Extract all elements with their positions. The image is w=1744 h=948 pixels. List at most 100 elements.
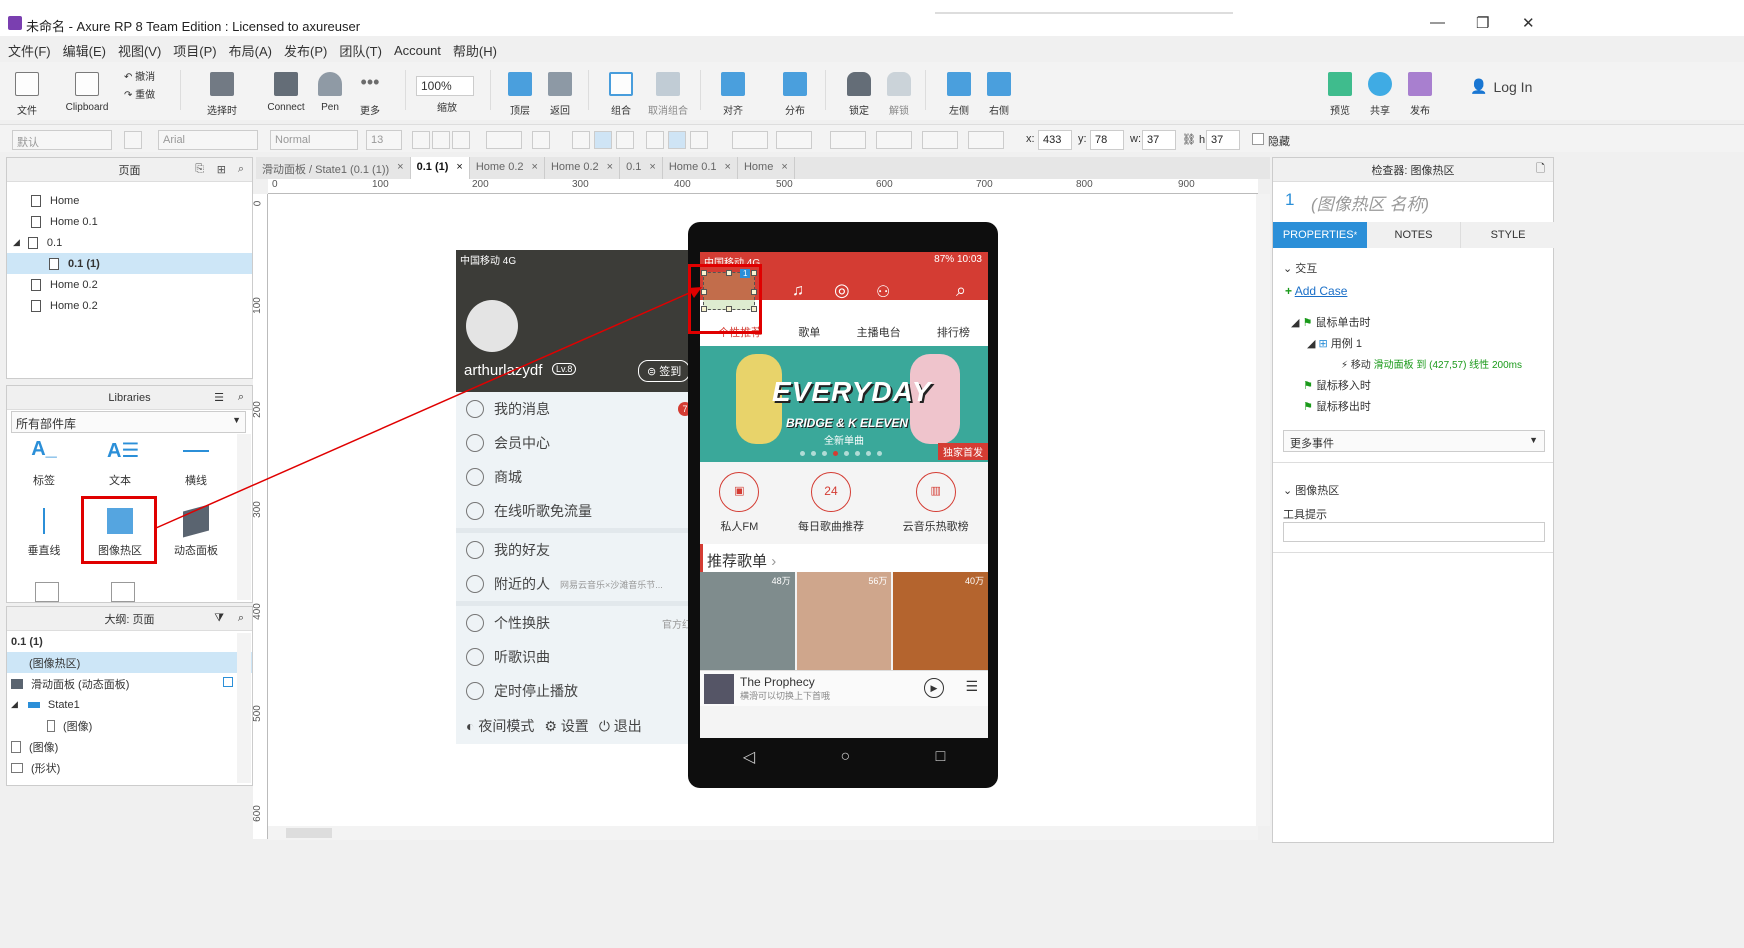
playlist-card[interactable]: 56万	[796, 572, 892, 670]
valign-middle-button[interactable]	[668, 131, 686, 149]
resize-handle[interactable]	[726, 270, 732, 276]
font-select[interactable]: Arial	[158, 130, 258, 150]
playlist-icon[interactable]: ☰	[965, 678, 978, 695]
login-button[interactable]: 👤 Log In	[1470, 78, 1532, 95]
outline-item-image-2[interactable]: (图像)	[7, 736, 252, 757]
tab-charts[interactable]: 排行榜	[937, 324, 970, 340]
menu-team[interactable]: 团队(T)	[339, 41, 382, 60]
expand-icon[interactable]: ◢	[11, 699, 18, 710]
menu-edit[interactable]: 编辑(E)	[63, 41, 106, 60]
outline-item-dynamic-panel[interactable]: 滑动面板 (动态面板)	[7, 673, 252, 694]
tab-notes[interactable]: NOTES	[1367, 222, 1461, 248]
zoom-select[interactable]: 100%	[416, 76, 474, 96]
outline-item-image-1[interactable]: (图像)	[7, 715, 252, 736]
underline-button[interactable]	[452, 131, 470, 149]
tab-home-0-1[interactable]: Home 0.1 ×	[663, 157, 738, 179]
tab-0-1-1[interactable]: 0.1 (1) ×	[410, 157, 470, 179]
text-color-button[interactable]	[486, 131, 522, 149]
canvas-vscrollbar[interactable]	[1256, 194, 1270, 826]
tooltip-input[interactable]	[1283, 522, 1545, 542]
close-icon[interactable]: ×	[532, 161, 538, 175]
event-mouseleave[interactable]: ⚑ 鼠标移出时	[1303, 398, 1371, 414]
tab-0-1[interactable]: 0.1 ×	[620, 157, 663, 179]
undo-button[interactable]: ↶ 撤消	[124, 68, 155, 83]
line-style-button[interactable]	[922, 131, 958, 149]
font-weight-select[interactable]: Normal	[270, 130, 358, 150]
image-hotspot-selected[interactable]: 1	[701, 269, 757, 312]
menu-arrange[interactable]: 布局(A)	[229, 41, 272, 60]
outline-root[interactable]: 0.1 (1)	[7, 631, 252, 652]
arrow-style-button[interactable]	[968, 131, 1004, 149]
close-icon[interactable]: ×	[649, 161, 655, 175]
minimize-button[interactable]: —	[1430, 14, 1445, 31]
widget-text[interactable]: A☰ 文本	[85, 438, 155, 488]
menu-timer[interactable]: 定时停止播放	[466, 674, 700, 708]
resize-handle[interactable]	[726, 306, 732, 312]
page-item-0-1[interactable]: ◢ 0.1	[7, 232, 252, 253]
search-icon[interactable]: ⌕	[238, 163, 244, 176]
page-item-home[interactable]: Home	[7, 190, 252, 211]
hotspot-section[interactable]: ⌄ 图像热区	[1283, 482, 1339, 498]
expand-icon[interactable]: ◢	[13, 237, 20, 248]
friends-icon[interactable]: ⚇	[876, 282, 890, 302]
widget-name-input[interactable]: (图像热区 名称)	[1311, 190, 1429, 215]
outline-item-shape[interactable]: (形状)	[7, 757, 252, 778]
menu-account[interactable]: Account	[394, 43, 441, 58]
widget-label[interactable]: A_ 标签	[9, 438, 79, 488]
close-icon[interactable]: ×	[456, 161, 462, 175]
menu-publish[interactable]: 发布(P)	[284, 41, 327, 60]
notes-icon[interactable]: 🗋	[1536, 160, 1545, 179]
menu-nearby[interactable]: 附近的人 网易云音乐×沙滩音乐节...	[466, 567, 700, 601]
exit-button[interactable]: ⏻ 退出	[599, 716, 642, 736]
night-mode-button[interactable]: ◐ 夜间模式	[466, 716, 534, 736]
resize-handle[interactable]	[751, 306, 757, 312]
align-left-text-button[interactable]	[572, 131, 590, 149]
quick-fm[interactable]: ▣ 私人FM	[719, 472, 760, 534]
valign-top-button[interactable]	[646, 131, 664, 149]
outline-item-state1[interactable]: ◢ State1	[7, 694, 252, 715]
settings-button[interactable]: ⚙ 设置	[544, 716, 588, 736]
widget-vline[interactable]: 垂直线	[9, 508, 79, 558]
ungroup-button[interactable]: 取消组合	[640, 62, 696, 117]
right-button[interactable]: 右侧	[974, 62, 1024, 117]
tab-home-0-2b[interactable]: Home 0.2 ×	[545, 157, 621, 179]
maximize-button[interactable]: ❐	[1476, 14, 1489, 32]
menu-skin[interactable]: 个性换肤 官方红	[466, 606, 700, 640]
close-icon[interactable]: ×	[781, 161, 787, 175]
tab-style[interactable]: STYLE	[1461, 222, 1555, 248]
tab-radio[interactable]: 主播电台	[857, 324, 901, 340]
align-right-text-button[interactable]	[616, 131, 634, 149]
filter-icon[interactable]: ⧩	[214, 612, 224, 625]
search-icon[interactable]: ⌕	[956, 280, 966, 301]
playlist-card[interactable]: 40万	[893, 572, 988, 670]
panel-visibility-icon[interactable]	[223, 677, 233, 687]
distribute-button[interactable]: 分布	[770, 62, 820, 117]
file-button[interactable]: 文件	[2, 62, 52, 117]
add-case-link[interactable]: + Add Case	[1285, 284, 1347, 298]
lock-ratio-icon[interactable]: ⛓ h:	[1182, 133, 1208, 146]
tab-properties[interactable]: PROPERTIES *	[1273, 222, 1367, 248]
close-icon[interactable]: ×	[397, 161, 403, 175]
quick-daily[interactable]: 24 每日歌曲推荐	[798, 472, 864, 534]
publish-button[interactable]: 发布	[1395, 62, 1445, 117]
font-size-select[interactable]: 13	[366, 130, 402, 150]
scroll-thumb[interactable]	[286, 828, 332, 838]
play-icon[interactable]: ▶	[924, 678, 944, 698]
more-button[interactable]: ••• 更多	[345, 62, 395, 117]
section-title[interactable]: 推荐歌单 ›	[700, 544, 988, 572]
music-icon[interactable]: ♫	[792, 282, 804, 300]
close-icon[interactable]: ×	[607, 161, 613, 175]
outline-item-hotspot[interactable]: (图像热区)	[7, 652, 252, 673]
group-button[interactable]: 组合	[596, 62, 646, 117]
hidden-checkbox[interactable]	[1252, 133, 1264, 145]
align-button[interactable]: 对齐	[708, 62, 758, 117]
add-folder-icon[interactable]: ⊞	[217, 163, 226, 176]
menu-recognize[interactable]: 听歌识曲	[466, 640, 700, 674]
italic-button[interactable]	[432, 131, 450, 149]
playlist-card[interactable]: 48万	[700, 572, 795, 670]
line-width-button[interactable]	[876, 131, 912, 149]
event-mouseenter[interactable]: ⚑ 鼠标移入时	[1303, 377, 1371, 393]
send-backward-button[interactable]: 返回	[535, 62, 585, 117]
menu-view[interactable]: 视图(V)	[118, 41, 161, 60]
banner[interactable]: EVERYDAY BRIDGE & K ELEVEN 全新单曲 独家首发	[700, 346, 988, 462]
